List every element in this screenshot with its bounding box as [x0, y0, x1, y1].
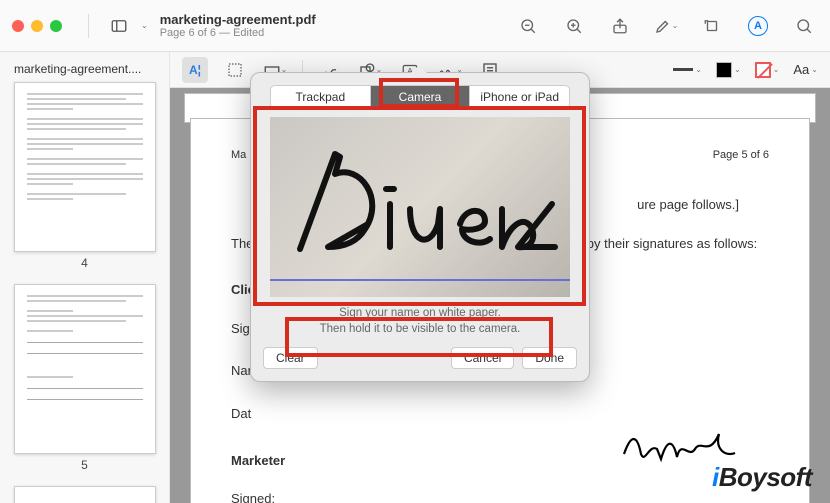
border-color-menu[interactable]: ⌄: [716, 62, 741, 78]
watermark-logo: iBoysoft: [712, 462, 812, 493]
zoom-in-button[interactable]: [560, 12, 588, 40]
search-button[interactable]: [790, 12, 818, 40]
text-selection-tool[interactable]: A¦: [182, 57, 208, 83]
captured-signature: [280, 129, 560, 279]
document-subtitle: Page 6 of 6 — Edited: [160, 27, 506, 39]
page-thumbnail-6[interactable]: [14, 486, 156, 503]
sidebar-filename: marketing-agreement....: [14, 62, 155, 76]
chevron-down-icon[interactable]: ⌄: [141, 21, 148, 30]
document-filename: marketing-agreement.pdf: [160, 12, 506, 27]
rotate-button[interactable]: [698, 12, 726, 40]
highlight-button[interactable]: ⌄: [652, 12, 680, 40]
sidebar-toggle-button[interactable]: [105, 12, 133, 40]
markup-toggle-button[interactable]: A: [744, 12, 772, 40]
share-button[interactable]: [606, 12, 634, 40]
close-window-button[interactable]: [12, 20, 24, 32]
tab-iphone-ipad[interactable]: iPhone or iPad: [470, 86, 569, 108]
done-button[interactable]: Done: [522, 347, 577, 369]
page-header-right: Page 5 of 6: [713, 149, 769, 161]
zoom-out-button[interactable]: [514, 12, 542, 40]
signature-source-tabs: Trackpad Camera iPhone or iPad: [270, 85, 570, 109]
page-text: ure page follows.]: [637, 197, 739, 212]
field-label: Dat: [231, 400, 291, 429]
window-title: marketing-agreement.pdf Page 6 of 6 — Ed…: [156, 12, 506, 39]
page-header-left: Ma: [231, 149, 246, 161]
camera-preview: [270, 117, 570, 297]
signature-line: [299, 496, 539, 503]
cancel-button[interactable]: Cancel: [451, 347, 514, 369]
minimize-window-button[interactable]: [31, 20, 43, 32]
field-label: Signed:: [231, 485, 291, 503]
line-style-menu[interactable]: ⌄: [673, 65, 702, 74]
window-titlebar: ⌄ marketing-agreement.pdf Page 6 of 6 — …: [0, 0, 830, 52]
page-thumbnail-5[interactable]: [14, 284, 156, 454]
signature-popover: Trackpad Camera iPhone or iPad Sign your…: [250, 72, 590, 382]
traffic-lights: [12, 20, 62, 32]
zoom-window-button[interactable]: [50, 20, 62, 32]
tab-trackpad[interactable]: Trackpad: [271, 86, 371, 108]
tab-camera[interactable]: Camera: [371, 86, 471, 108]
fill-color-menu[interactable]: ⌄: [755, 62, 780, 78]
thumbnail-sidebar: marketing-agreement.... 4 5: [0, 52, 170, 503]
thumbnail-number: 5: [14, 458, 155, 472]
clear-button[interactable]: Clear: [263, 347, 318, 369]
rect-selection-tool[interactable]: [222, 57, 248, 83]
font-style-menu[interactable]: Aa⌄: [793, 62, 818, 77]
instruction-text: Sign your name on white paper. Then hold…: [251, 297, 589, 347]
page-thumbnail-4[interactable]: [14, 82, 156, 252]
thumbnail-number: 4: [14, 256, 155, 270]
